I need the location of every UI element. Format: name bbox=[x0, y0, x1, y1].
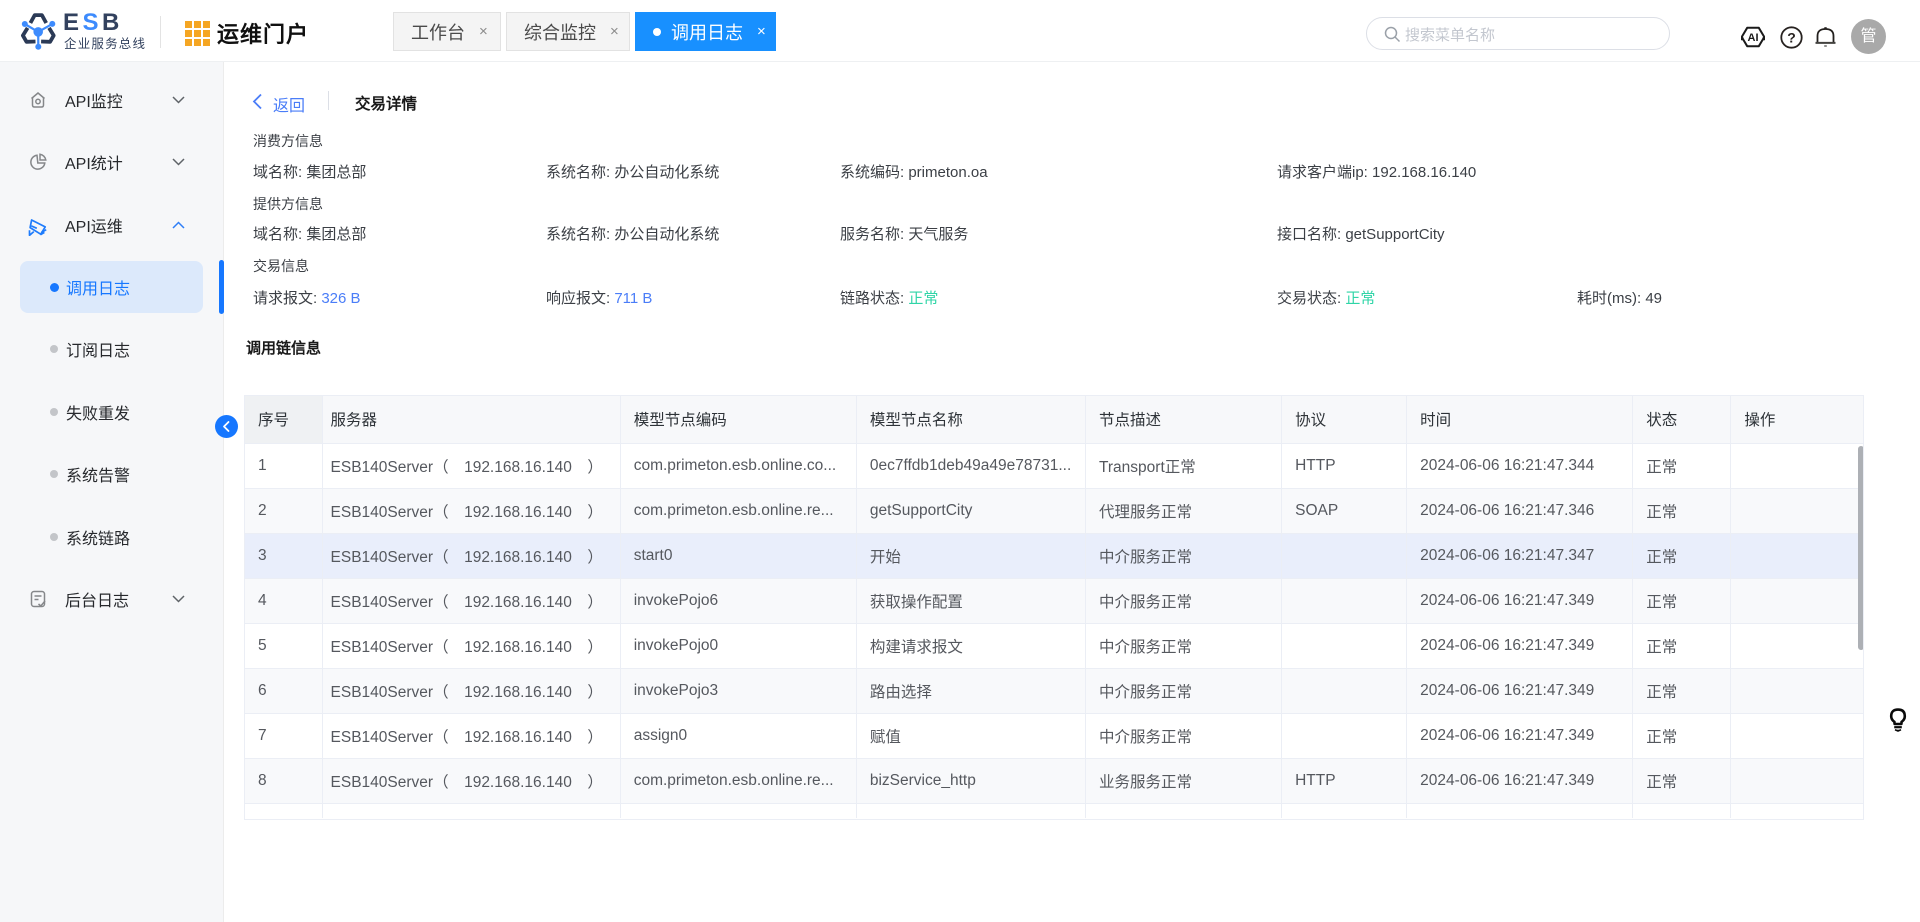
svg-text:AI: AI bbox=[1748, 32, 1759, 44]
svg-text:?: ? bbox=[1787, 30, 1796, 46]
